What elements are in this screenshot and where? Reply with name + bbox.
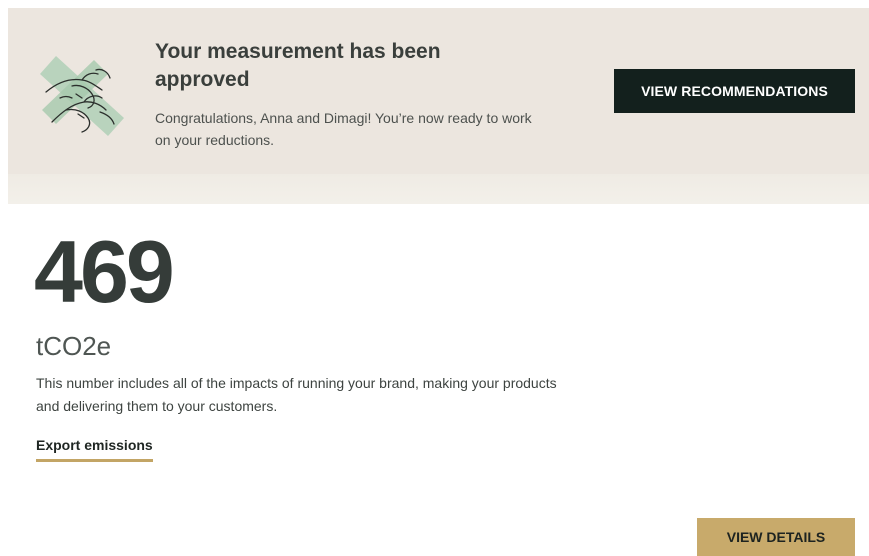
hands-together-icon	[36, 52, 128, 144]
export-emissions-link[interactable]: Export emissions	[36, 437, 153, 462]
banner-message: Congratulations, Anna and Dimagi! You’re…	[155, 110, 532, 148]
emissions-unit: tCO2e	[36, 331, 112, 361]
view-details-button[interactable]: VIEW DETAILS	[697, 518, 855, 556]
banner-title: Your measurement has been approved	[155, 40, 441, 91]
emissions-total: 469	[34, 222, 175, 321]
view-recommendations-button[interactable]: VIEW RECOMMENDATIONS	[614, 69, 855, 113]
approval-banner: Your measurement has been approved Congr…	[8, 8, 869, 204]
banner-divider	[8, 174, 869, 204]
emissions-description: This number includes all of the impacts …	[36, 375, 557, 414]
page: Your measurement has been approved Congr…	[0, 0, 869, 556]
